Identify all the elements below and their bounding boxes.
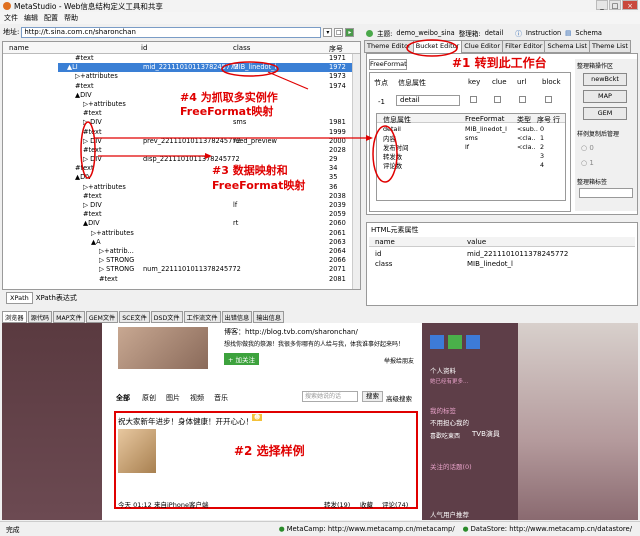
arrowhead-4b <box>366 135 373 141</box>
bucket-tab-circle <box>406 39 458 57</box>
div-rows-circle <box>80 121 96 179</box>
annotation-1: #1 转到此工作台 <box>452 56 547 70</box>
mapping-circle <box>372 125 398 183</box>
annotation-2: #2 选择样例 <box>234 444 305 458</box>
annotation-3a: #3 数据映射和 <box>212 164 288 177</box>
arrow-4a <box>267 71 309 90</box>
annotation-4b: FreeFormat映射 <box>180 105 274 118</box>
annotation-layer <box>80 39 458 183</box>
class-circle <box>221 61 279 77</box>
arrowhead-3 <box>205 153 212 159</box>
annotation-3b: FreeFormat映射 <box>212 179 306 192</box>
